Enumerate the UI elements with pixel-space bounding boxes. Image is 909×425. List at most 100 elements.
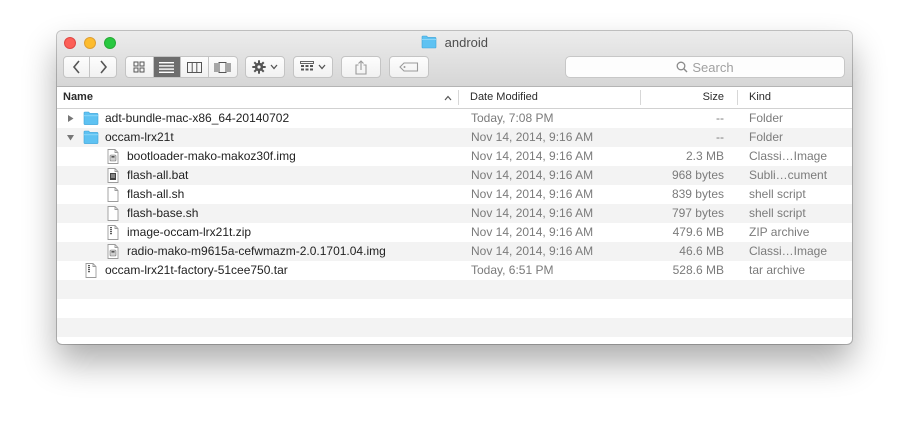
file-date-modified: Today, 7:08 PM [471,111,554,125]
date-column-label: Date Modified [470,91,538,103]
file-name: occam-lrx21t-factory-51cee750.tar [105,263,288,277]
sort-ascending-icon [444,95,452,101]
file-icon [83,130,99,148]
file-row[interactable]: occam-lrx21t Nov 14, 2014, 9:16 AM -- Folde… [57,128,852,147]
kind-column-header[interactable]: Kind [749,87,849,108]
file-size: 2.3 MB [685,149,724,163]
file-name: image-occam-lrx21t.zip [127,225,252,239]
arrange-button[interactable] [293,56,333,78]
column-divider[interactable] [737,90,738,105]
column-divider[interactable] [458,90,459,105]
column-header: Name Date Modified Size Kind [57,87,852,109]
search-field[interactable]: Search [565,56,845,78]
file-kind: Classi…Image [749,244,828,258]
size-column-header[interactable]: Size [642,87,724,108]
disclosure-triangle[interactable] [64,109,76,128]
file-name: occam-lrx21t [105,130,174,144]
file-name: flash-base.sh [127,206,199,220]
file-kind: Folder [749,111,784,125]
column-view-icon [186,61,202,73]
file-icon [83,263,99,281]
file-kind: ZIP archive [749,225,810,239]
name-column-label: Name [63,91,93,103]
column-divider[interactable] [640,90,641,105]
window-title: android [57,35,852,50]
file-row[interactable]: radio-mako-m9615a-cefwmazm-2.0.1701.04.i… [57,242,852,261]
file-row[interactable]: flash-all.bat Nov 14, 2014, 9:16 AM 968 by… [57,166,852,185]
file-size: 46.6 MB [679,244,724,258]
file-size: 528.6 MB [672,263,724,277]
file-date-modified: Nov 14, 2014, 9:16 AM [471,187,594,201]
archive-icon [107,225,119,240]
file-kind: Folder [749,130,784,144]
file-size: -- [716,111,724,125]
file-kind: tar archive [749,263,806,277]
file-date-modified: Nov 14, 2014, 9:16 AM [471,130,594,144]
file-name: adt-bundle-mac-x86_64-20140702 [105,111,290,125]
document-icon [107,206,119,221]
chevron-right-icon [99,60,107,74]
view-mode-control [125,56,238,78]
file-row[interactable]: image-occam-lrx21t.zip Nov 14, 2014, 9:16… [57,223,852,242]
list-view-icon [159,61,175,73]
icon-view-icon [133,61,145,73]
forward-button[interactable] [90,57,116,77]
file-name: flash-all.sh [127,187,185,201]
empty-row [57,299,852,318]
cover-flow-icon [214,61,231,73]
column-view-button[interactable] [181,57,209,77]
disclosure-collapsed-icon [67,115,73,122]
search-placeholder: Search [692,59,734,75]
file-date-modified: Nov 14, 2014, 9:16 AM [471,244,594,258]
name-column-header[interactable]: Name [63,87,453,108]
disk-image-icon [107,149,119,164]
empty-row [57,318,852,337]
list-view-button[interactable] [153,57,182,77]
file-kind: Classi…Image [749,149,828,163]
text-document-icon [107,168,119,183]
file-size: -- [716,130,724,144]
folder-icon [83,130,99,144]
back-button[interactable] [64,57,91,77]
disclosure-expanded-icon [66,135,74,141]
file-kind: Subli…cument [749,168,828,182]
cover-flow-button[interactable] [209,57,237,77]
toolbar: android Search [57,31,852,87]
share-button[interactable] [341,56,381,78]
file-icon [105,206,121,224]
share-icon [355,59,367,75]
disclosure-triangle[interactable] [64,128,76,147]
disk-image-icon [107,244,119,259]
icon-view-button[interactable] [126,57,154,77]
size-column-label: Size [702,91,724,103]
file-name: bootloader-mako-makoz30f.img [127,149,296,163]
file-date-modified: Today, 6:51 PM [471,263,554,277]
file-row[interactable]: adt-bundle-mac-x86_64-20140702 Today, 7:0… [57,109,852,128]
archive-icon [85,263,97,278]
date-column-header[interactable]: Date Modified [470,87,630,108]
chevron-down-icon [270,64,278,70]
file-row[interactable]: occam-lrx21t-factory-51cee750.tar Today, … [57,261,852,280]
file-size: 797 bytes [671,206,724,220]
search-icon [676,61,688,73]
empty-row [57,280,852,299]
chevron-down-icon [318,64,326,70]
tag-icon [399,62,419,72]
window-title-text: android [444,35,488,50]
file-icon [105,149,121,167]
file-size: 968 bytes [671,168,724,182]
folder-icon [83,111,99,125]
file-date-modified: Nov 14, 2014, 9:16 AM [471,168,594,182]
file-row[interactable]: flash-all.sh Nov 14, 2014, 9:16 AM 839 byt… [57,185,852,204]
file-row[interactable]: bootloader-mako-makoz30f.img Nov 14, 2014… [57,147,852,166]
action-menu-button[interactable] [245,56,285,78]
file-size: 479.6 MB [672,225,724,239]
file-date-modified: Nov 14, 2014, 9:16 AM [471,149,594,163]
file-kind: shell script [749,187,806,201]
file-icon [105,187,121,205]
file-row[interactable]: flash-base.sh Nov 14, 2014, 9:16 AM 797 by… [57,204,852,223]
finder-window: android Search Name Date Modified Size K… [57,31,852,344]
tags-button[interactable] [389,56,429,78]
kind-column-label: Kind [749,91,772,103]
arrange-grid-icon [300,61,314,71]
